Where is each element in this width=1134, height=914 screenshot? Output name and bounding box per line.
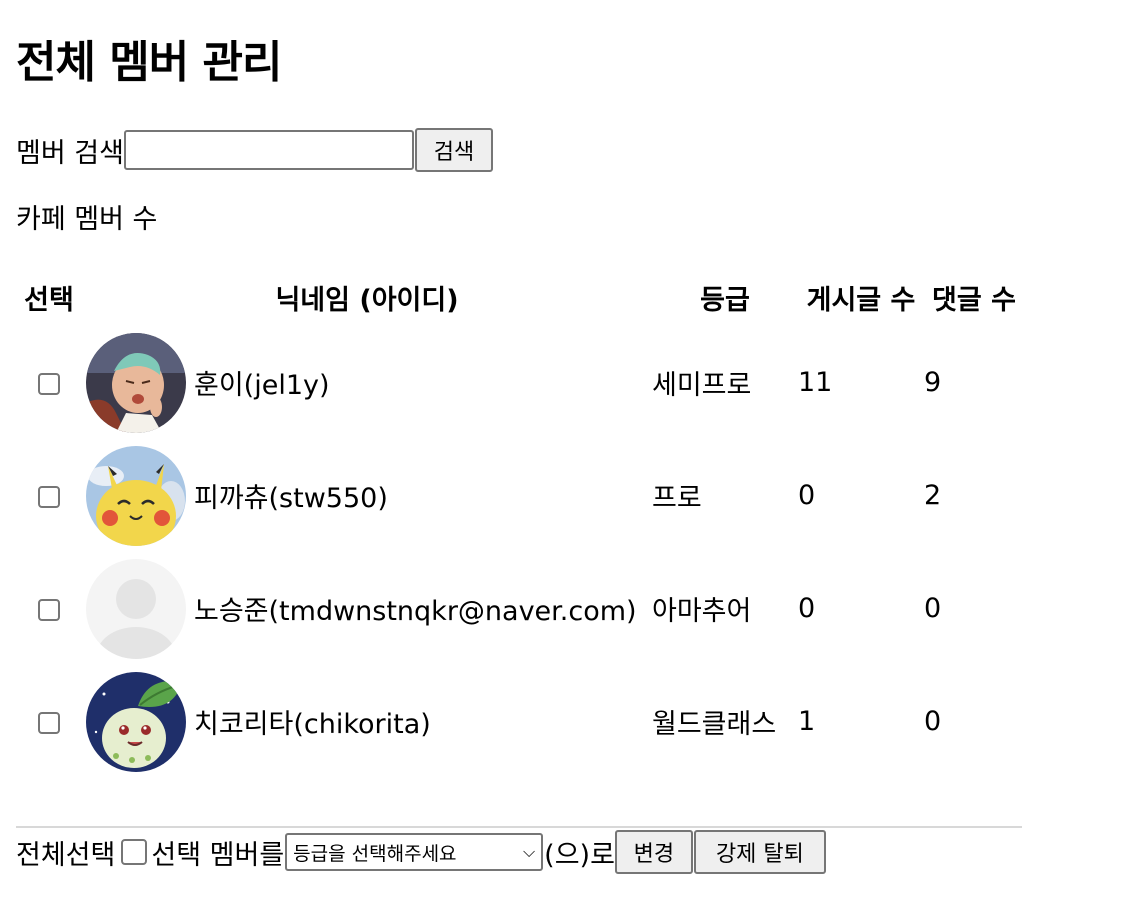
member-nickname: 노승준(tmdwnstnqkr@naver.com)	[194, 596, 637, 627]
member-comment-count: 9	[924, 367, 942, 398]
chikorita-avatar-icon	[86, 671, 186, 772]
member-nickname: 치코리타(chikorita)	[194, 709, 431, 740]
selected-members-label: 선택 멤버를	[151, 839, 285, 871]
member-grade: 아마추어	[652, 596, 752, 627]
member-checkbox[interactable]	[38, 711, 60, 734]
member-comment-count: 0	[924, 593, 942, 624]
force-withdraw-button[interactable]: 강제 탈퇴	[693, 830, 826, 874]
member-grade: 프로	[652, 483, 702, 514]
member-search-row: 멤버 검색 검색	[16, 128, 493, 172]
search-button[interactable]: 검색	[414, 128, 493, 172]
character-avatar-icon	[86, 332, 186, 433]
member-table: 선택 닉네임 (아이디) 등급 게시글 수 댓글 수 훈이(jel1y) 세미프…	[16, 268, 1024, 778]
member-count-label: 카페 멤버 수	[16, 204, 158, 235]
member-checkbox[interactable]	[38, 372, 60, 395]
grade-suffix-label: (으)로	[544, 839, 615, 871]
member-checkbox[interactable]	[38, 485, 60, 508]
table-row: 피까츄(stw550) 프로 0 2	[16, 439, 1024, 552]
member-post-count: 0	[798, 593, 816, 624]
default-avatar-icon	[86, 558, 186, 659]
footer-divider	[16, 826, 1022, 828]
header-posts: 게시글 수	[806, 284, 916, 316]
table-row: 훈이(jel1y) 세미프로 11 9	[16, 326, 1024, 439]
table-header-row: 선택 닉네임 (아이디) 등급 게시글 수 댓글 수	[16, 268, 1024, 326]
member-search-input[interactable]	[123, 130, 414, 170]
select-all-label: 전체선택	[16, 839, 116, 871]
member-nickname: 훈이(jel1y)	[194, 370, 330, 401]
member-post-count: 0	[798, 480, 816, 511]
header-select: 선택	[24, 284, 74, 316]
member-comment-count: 2	[924, 480, 942, 511]
grade-select[interactable]: 등급을 선택해주세요 ⌵	[285, 833, 544, 871]
header-grade: 등급	[700, 284, 750, 316]
member-comment-count: 0	[924, 706, 942, 737]
chevron-down-icon: ⌵	[523, 842, 536, 861]
header-nickname: 닉네임 (아이디)	[275, 284, 459, 316]
table-row: 노승준(tmdwnstnqkr@naver.com) 아마추어 0 0	[16, 552, 1024, 665]
header-comments: 댓글 수	[932, 284, 1016, 316]
pikachu-avatar-icon	[86, 445, 186, 546]
grade-select-value: 등급을 선택해주세요	[293, 842, 457, 865]
member-checkbox[interactable]	[38, 598, 60, 621]
table-row: 치코리타(chikorita) 월드클래스 1 0	[16, 665, 1024, 778]
member-search-label: 멤버 검색	[16, 137, 124, 169]
change-grade-button[interactable]: 변경	[614, 830, 693, 874]
member-grade: 월드클래스	[652, 709, 777, 740]
select-all-checkbox[interactable]	[121, 839, 148, 865]
bulk-action-bar: 전체선택 선택 멤버를 등급을 선택해주세요 ⌵ (으)로 변경 강제 탈퇴	[16, 830, 826, 874]
page-title: 전체 멤버 관리	[16, 37, 283, 88]
member-nickname: 피까츄(stw550)	[194, 483, 388, 514]
member-grade: 세미프로	[652, 370, 752, 401]
member-post-count: 1	[798, 706, 816, 737]
member-post-count: 11	[798, 367, 833, 398]
